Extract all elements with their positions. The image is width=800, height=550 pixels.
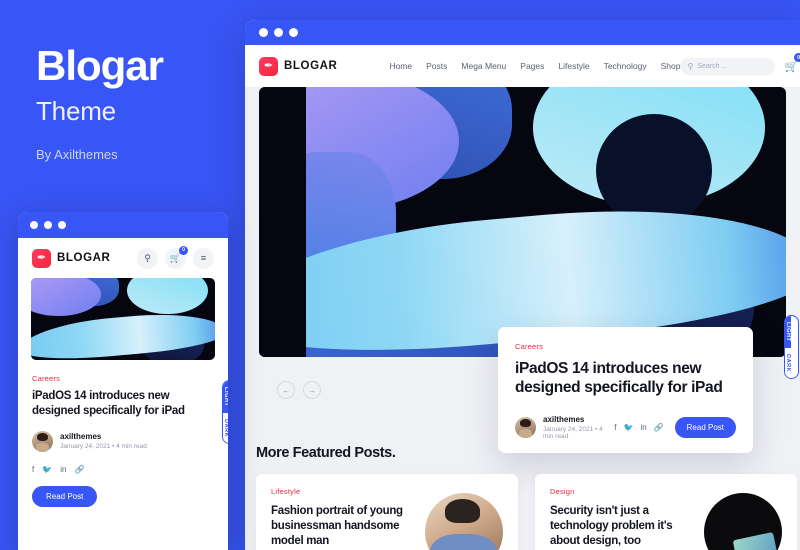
promo-title: Blogar — [36, 42, 164, 89]
featured-post-thumbnail — [704, 493, 782, 550]
featured-post-text: Design Security isn't just a technology … — [550, 487, 700, 550]
social-share-group: f 🐦 in 🔗 — [32, 465, 214, 474]
hero-shape-purple — [31, 278, 101, 316]
cart-button[interactable]: 🛒 0 — [784, 53, 800, 75]
mobile-hero-image — [31, 278, 215, 360]
menu-item-shop[interactable]: Shop — [661, 61, 681, 71]
theme-toggle[interactable]: LIGHT DARK — [222, 380, 228, 444]
mobile-post-meta: axilthemes January 24, 2021 • 4 min read — [32, 430, 214, 452]
featured-post-title[interactable]: Fashion portrait of young businessman ha… — [271, 504, 421, 550]
theme-toggle-dark[interactable]: DARK — [785, 347, 791, 378]
promo-subtitle: Theme — [36, 96, 116, 127]
link-icon[interactable]: 🔗 — [654, 423, 664, 432]
theme-toggle[interactable]: LIGHT DARK — [784, 315, 799, 379]
search-placeholder: Search ... — [697, 62, 728, 70]
search-input[interactable]: ⚲ Search ... — [680, 57, 776, 75]
menu-item-pages[interactable]: Pages — [520, 61, 544, 71]
author-block: axilthemes January 24, 2021 • 4 min read — [543, 415, 614, 440]
hero-shape-cyan — [126, 278, 208, 315]
menu-item-mega-menu[interactable]: Mega Menu — [461, 61, 506, 71]
hero-image — [259, 87, 786, 357]
quill-icon: ✒ — [259, 56, 278, 76]
navbar-actions: ⚲ Search ... 🛒 0 — [680, 53, 800, 75]
window-minimize-dot[interactable] — [274, 28, 283, 37]
window-maximize-dot[interactable] — [289, 28, 298, 37]
search-icon[interactable]: ⚲ — [137, 247, 158, 269]
carousel-next-button[interactable]: → — [303, 381, 321, 399]
mobile-browser-window: ✒ BLOGAR ⚲ 🛒 0 ≡ Careers iPadOS 14 intro… — [18, 212, 228, 550]
cart-icon[interactable]: 🛒 0 — [165, 245, 188, 269]
window-minimize-dot[interactable] — [44, 221, 52, 229]
desktop-navbar: ✒ BLOGAR Home Posts Mega Menu Pages Life… — [245, 45, 800, 87]
hero-edge-shade — [259, 87, 307, 357]
window-close-dot[interactable] — [259, 28, 268, 37]
author-name[interactable]: axilthemes — [543, 415, 614, 424]
mobile-post-title[interactable]: iPadOS 14 introduces new designed specif… — [32, 389, 214, 419]
read-post-button[interactable]: Read Post — [674, 416, 736, 438]
mobile-post-category[interactable]: Careers — [32, 374, 214, 383]
window-maximize-dot[interactable] — [58, 221, 66, 229]
social-share-group: f 🐦 in 🔗 — [614, 423, 663, 432]
mobile-navbar: ✒ BLOGAR ⚲ 🛒 0 ≡ — [18, 238, 228, 278]
menu-icon[interactable]: ≡ — [193, 247, 214, 269]
author-block: axilthemes January 24, 2021 • 4 min read — [60, 432, 147, 450]
hero-post-title[interactable]: iPadOS 14 introduces new designed specif… — [515, 359, 736, 398]
menu-item-technology[interactable]: Technology — [604, 61, 647, 71]
quill-icon: ✒ — [32, 248, 51, 268]
section-title-more-featured: More Featured Posts. — [256, 445, 396, 461]
search-icon: ⚲ — [687, 61, 694, 71]
linkedin-icon[interactable]: in — [60, 465, 66, 474]
facebook-icon[interactable]: f — [32, 465, 34, 474]
twitter-icon[interactable]: 🐦 — [42, 465, 52, 474]
site-logo[interactable]: ✒ BLOGAR — [32, 248, 111, 268]
mobile-post-card[interactable]: Careers iPadOS 14 introduces new designe… — [18, 360, 228, 507]
author-name[interactable]: axilthemes — [60, 432, 147, 441]
desktop-page-body: ← → Careers iPadOS 14 introduces new des… — [245, 87, 800, 550]
menu-item-home[interactable]: Home — [389, 61, 412, 71]
mobile-navbar-actions: ⚲ 🛒 0 ≡ — [137, 245, 214, 269]
post-date-readtime: January 24, 2021 • 4 min read — [543, 425, 603, 440]
facebook-icon[interactable]: f — [614, 423, 616, 432]
hero-shape-cyan-hole — [596, 114, 713, 228]
featured-post-card[interactable]: Lifestyle Fashion portrait of young busi… — [256, 474, 518, 550]
featured-post-card[interactable]: Design Security isn't just a technology … — [535, 474, 797, 550]
hero-post-card[interactable]: Careers iPadOS 14 introduces new designe… — [498, 327, 753, 453]
desktop-titlebar — [245, 20, 800, 45]
theme-toggle-dark[interactable]: DARK — [223, 412, 228, 443]
link-icon[interactable]: 🔗 — [74, 465, 84, 474]
featured-post-category[interactable]: Design — [550, 487, 700, 496]
featured-post-category[interactable]: Lifestyle — [271, 487, 421, 496]
menu-item-posts[interactable]: Posts — [426, 61, 447, 71]
twitter-icon[interactable]: 🐦 — [623, 423, 633, 432]
avatar — [32, 430, 53, 452]
window-close-dot[interactable] — [30, 221, 38, 229]
carousel-controls: ← → — [277, 381, 321, 399]
carousel-prev-button[interactable]: ← — [277, 381, 295, 399]
desktop-browser-window: ✒ BLOGAR Home Posts Mega Menu Pages Life… — [245, 20, 800, 550]
featured-post-title[interactable]: Security isn't just a technology problem… — [550, 504, 700, 550]
cart-icon: 🛒 — [784, 61, 799, 73]
mobile-titlebar — [18, 212, 228, 238]
cart-count-badge: 0 — [179, 245, 188, 255]
featured-post-text: Lifestyle Fashion portrait of young busi… — [271, 487, 421, 550]
featured-posts-grid: Lifestyle Fashion portrait of young busi… — [256, 474, 797, 550]
theme-toggle-light[interactable]: LIGHT — [785, 316, 791, 348]
hero-post-meta: axilthemes January 24, 2021 • 4 min read… — [515, 415, 736, 440]
featured-post-thumbnail — [425, 493, 503, 550]
post-date-readtime: January 24, 2021 • 4 min read — [60, 443, 147, 451]
site-logo[interactable]: ✒ BLOGAR — [259, 56, 338, 76]
hero-post-category[interactable]: Careers — [515, 342, 736, 351]
promo-byline: By Axilthemes — [36, 147, 118, 163]
promo-block: Blogar Theme By Axilthemes — [36, 42, 246, 163]
site-logo-text: BLOGAR — [57, 252, 111, 264]
cart-count-badge: 0 — [794, 53, 800, 62]
theme-toggle-light[interactable]: LIGHT — [223, 381, 228, 413]
menu-item-lifestyle[interactable]: Lifestyle — [558, 61, 589, 71]
avatar — [515, 416, 536, 438]
linkedin-icon[interactable]: in — [640, 423, 646, 432]
site-logo-text: BLOGAR — [284, 60, 338, 72]
main-menu: Home Posts Mega Menu Pages Lifestyle Tec… — [389, 61, 680, 71]
read-post-button[interactable]: Read Post — [32, 485, 98, 507]
